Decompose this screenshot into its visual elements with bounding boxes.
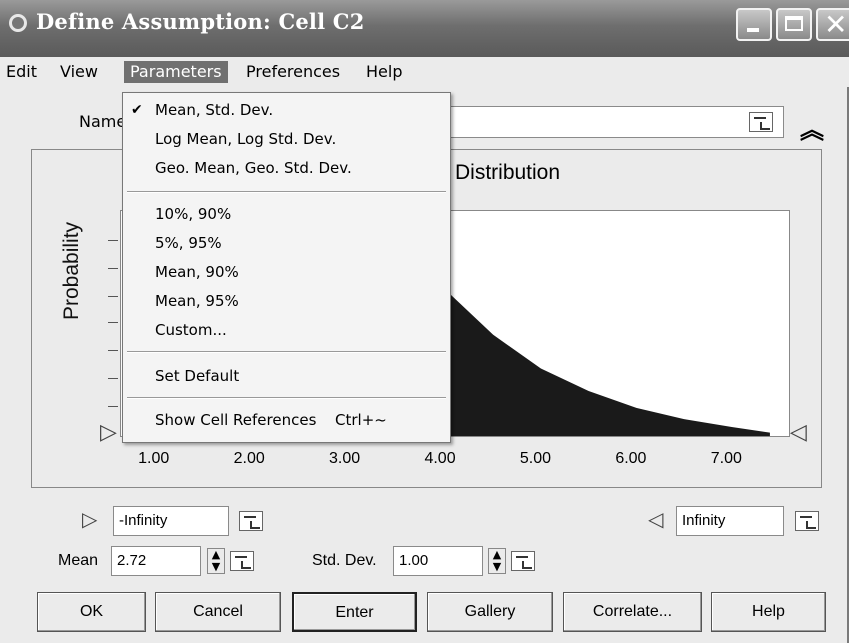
name-label: Name [79, 112, 127, 131]
minimize-icon [747, 28, 759, 32]
menu-edit[interactable]: Edit [0, 61, 43, 83]
distribution-area [407, 244, 770, 436]
checkmark-icon: ✔ [131, 102, 143, 118]
upper-bound-input[interactable]: Infinity [676, 506, 784, 536]
minimize-button[interactable] [736, 8, 772, 41]
app-icon [9, 14, 27, 32]
lower-bound-arrow-icon: ▷ [82, 507, 98, 531]
left-bound-grabber-icon[interactable]: ▷ [100, 420, 117, 445]
x-tick-label: 3.00 [329, 450, 361, 467]
std-dev-label: Std. Dev. [312, 552, 377, 569]
menu-item-show-cell-references[interactable]: Show Cell References Ctrl+~ [155, 411, 387, 429]
collapse-chevron-icon[interactable]: ︽ [800, 110, 824, 145]
std-dev-spinner[interactable]: ▲ ▼ [488, 548, 506, 574]
mean-spinner[interactable]: ▲ ▼ [207, 548, 225, 574]
cancel-button[interactable]: Cancel [155, 592, 281, 632]
chart-title: Distribution [455, 161, 561, 184]
mean-cell-reference-icon[interactable] [230, 551, 254, 571]
menu-separator [127, 191, 446, 193]
cell-reference-icon[interactable] [749, 112, 773, 132]
name-input[interactable] [432, 106, 784, 138]
menu-item-set-default[interactable]: Set Default [155, 367, 239, 385]
maximize-icon [785, 16, 803, 31]
upper-bound-arrow-icon: ◁ [648, 507, 664, 531]
ok-button[interactable]: OK [37, 592, 146, 632]
lower-bound-cell-reference-icon[interactable] [239, 511, 263, 531]
parameters-dropdown-menu: ✔ Mean, Std. Dev. Log Mean, Log Std. Dev… [122, 92, 451, 443]
maximize-button[interactable] [776, 8, 812, 41]
upper-bound-cell-reference-icon[interactable] [795, 511, 819, 531]
menu-help[interactable]: Help [360, 61, 408, 83]
mean-label: Mean [58, 552, 99, 569]
right-bound-grabber-icon[interactable]: ◁ [790, 420, 807, 445]
define-assumption-window: Define Assumption: Cell C2 ✕ Edit View P… [0, 0, 849, 643]
x-tick-label: 6.00 [615, 450, 647, 467]
menu-separator [127, 351, 446, 353]
y-axis-label: Probability [60, 221, 83, 320]
menu-view[interactable]: View [54, 61, 104, 83]
menu-bar: Edit View Parameters Preferences Help [0, 57, 849, 87]
help-button[interactable]: Help [711, 592, 826, 632]
x-tick-label: 1.00 [138, 450, 170, 467]
shortcut-label: Ctrl+~ [335, 411, 387, 429]
menu-item-custom[interactable]: Custom... [155, 321, 227, 339]
title-bar[interactable]: Define Assumption: Cell C2 ✕ [0, 0, 849, 57]
menu-separator [127, 397, 446, 399]
menu-item-log-mean-log-std-dev[interactable]: Log Mean, Log Std. Dev. [155, 130, 336, 148]
std-dev-input[interactable]: 1.00 [393, 546, 483, 576]
enter-button[interactable]: Enter [292, 592, 417, 632]
x-tick-label: 7.00 [710, 450, 742, 467]
std-dev-cell-reference-icon[interactable] [511, 551, 535, 571]
gallery-button[interactable]: Gallery [427, 592, 553, 632]
show-cell-references-label: Show Cell References [155, 411, 317, 429]
menu-parameters[interactable]: Parameters [124, 61, 228, 83]
x-tick-label: 5.00 [519, 450, 552, 467]
menu-item-geo-mean-geo-std-dev[interactable]: Geo. Mean, Geo. Std. Dev. [155, 159, 352, 177]
mean-input[interactable]: 2.72 [111, 546, 201, 576]
window-title: Define Assumption: Cell C2 [36, 9, 365, 34]
menu-item-mean-std-dev[interactable]: Mean, Std. Dev. [155, 101, 273, 119]
menu-item-mean-90[interactable]: Mean, 90% [155, 263, 239, 281]
menu-item-10-90[interactable]: 10%, 90% [155, 205, 231, 223]
correlate-button[interactable]: Correlate... [563, 592, 702, 632]
menu-preferences[interactable]: Preferences [240, 61, 346, 83]
close-icon: ✕ [824, 8, 848, 41]
menu-item-5-95[interactable]: 5%, 95% [155, 234, 222, 252]
x-tick-label: 2.00 [233, 450, 265, 467]
menu-item-mean-95[interactable]: Mean, 95% [155, 292, 239, 310]
y-axis-ticks [108, 210, 120, 437]
x-tick-label: 4.00 [424, 450, 456, 467]
lower-bound-input[interactable]: -Infinity [113, 506, 229, 536]
close-button[interactable]: ✕ [816, 8, 849, 41]
